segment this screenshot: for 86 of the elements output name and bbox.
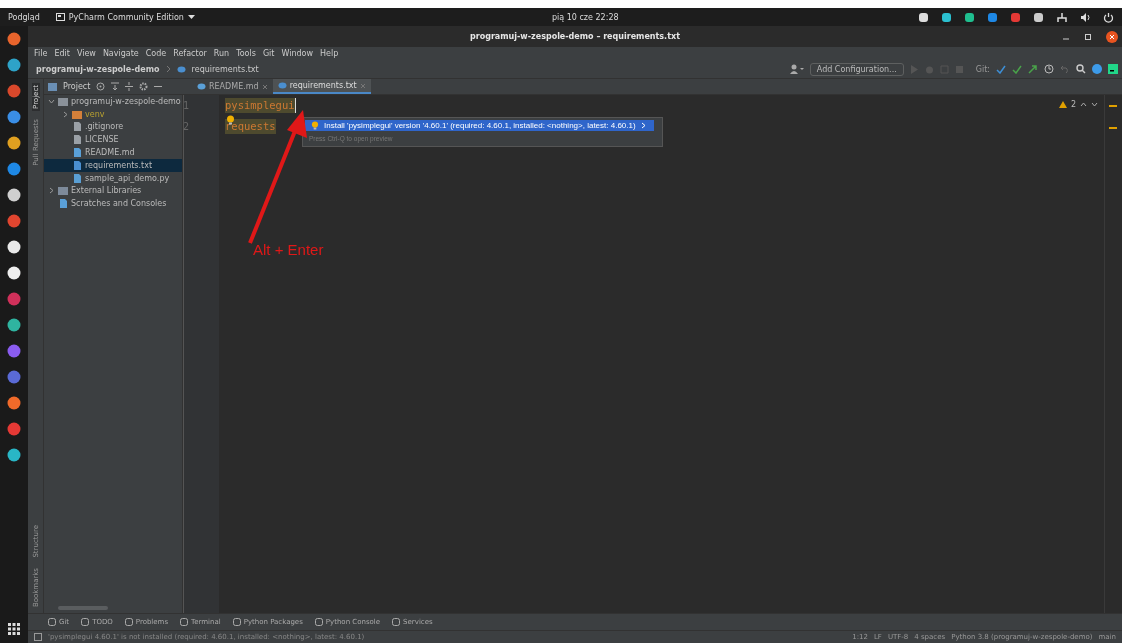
warning-icon[interactable] (1058, 101, 1067, 108)
chevron-icon (165, 65, 171, 73)
app-grid-icon[interactable] (8, 623, 20, 635)
file-icon (197, 82, 206, 91)
intention-action[interactable]: Install 'pysimplegui' version '4.60.1' (required: 4.60.1, installed: <nothing>, latest: 4.60.1) (305, 120, 654, 131)
update-badge-icon[interactable] (1092, 64, 1102, 74)
folder-icon (58, 186, 68, 196)
window-title: programuj-w-zespole-demo – requirements.txt (470, 32, 680, 41)
collapse-all-icon[interactable] (111, 82, 120, 91)
window-icon (55, 13, 65, 21)
check-icon[interactable] (1012, 64, 1022, 74)
tree-item[interactable]: sample_api_demo.py (44, 171, 182, 185)
menu-item[interactable]: Tools (236, 49, 256, 58)
annotation-label: Alt + Enter (253, 241, 324, 258)
tree-item[interactable]: LICENSE (44, 133, 182, 147)
power-icon[interactable] (1103, 11, 1114, 23)
history-icon[interactable] (1044, 64, 1054, 74)
chevron-icon (640, 122, 646, 129)
lightbulb-icon (311, 121, 319, 130)
tool-window-icon (314, 618, 323, 626)
tool-window-icon (124, 618, 133, 626)
tree-item[interactable]: README.md (44, 146, 182, 159)
close-icon[interactable] (1106, 30, 1118, 43)
user-icon[interactable] (789, 64, 804, 74)
tree-item[interactable]: External Libraries (44, 184, 182, 198)
pycharm-logo-icon[interactable] (1108, 64, 1118, 74)
menu-item[interactable]: Help (320, 49, 339, 58)
breadcrumb-item[interactable]: requirements.txt (191, 64, 259, 74)
status-icon (34, 633, 42, 641)
git-label: Git: (975, 64, 990, 74)
menu-item[interactable]: Git (262, 49, 275, 58)
menu-item[interactable]: View (76, 49, 96, 58)
tool-window-icon (232, 618, 241, 626)
clock[interactable]: pią 10 cze 22:28 (552, 12, 619, 22)
app-icon[interactable] (7, 188, 21, 202)
tray-icon[interactable] (941, 11, 952, 23)
tree-item[interactable]: venv (44, 107, 182, 121)
tree-item[interactable]: Scratches and Consoles (44, 197, 182, 211)
tool-window-icon (392, 618, 401, 626)
menu-item[interactable]: File (34, 49, 48, 58)
tool-window-icon (180, 618, 189, 626)
panel-title[interactable]: Project (63, 82, 91, 91)
tree-item[interactable]: requirements.txt (44, 159, 182, 172)
panel-icon (48, 82, 57, 91)
tray-icon[interactable] (964, 11, 975, 23)
network-icon[interactable] (1056, 11, 1068, 23)
tree-item[interactable]: .gitignore (44, 120, 182, 134)
push-arrow-icon[interactable] (1028, 64, 1038, 74)
app-icon[interactable] (7, 136, 21, 150)
app-icon[interactable] (7, 266, 21, 280)
expand-all-icon[interactable] (125, 82, 134, 91)
app-icon[interactable] (7, 318, 21, 332)
editor-tab[interactable]: README.md (192, 79, 273, 94)
editor-tab[interactable]: requirements.txt (272, 79, 371, 94)
maximize-icon[interactable] (1084, 32, 1092, 41)
file-icon (58, 199, 68, 209)
update-icon[interactable] (996, 64, 1006, 74)
tree-item[interactable]: programuj-w-zespole-demo (44, 95, 182, 108)
next-icon[interactable] (1091, 102, 1098, 107)
menu-item[interactable]: Window (281, 49, 313, 58)
tool-window-icon (48, 618, 56, 626)
settings-icon[interactable] (139, 82, 149, 91)
menu-item[interactable]: Code (145, 49, 167, 58)
search-icon[interactable] (1076, 64, 1086, 74)
volume-icon[interactable] (1080, 11, 1091, 23)
locate-icon[interactable] (96, 82, 106, 91)
tray-icon[interactable] (1033, 11, 1044, 23)
app-icon[interactable] (7, 240, 21, 254)
tool-window-icon (81, 618, 90, 626)
warning-count[interactable]: 2 (1070, 100, 1076, 109)
app-menu[interactable]: PyCharm Community Edition (55, 12, 195, 22)
menu-item[interactable]: Run (213, 49, 230, 58)
previous-icon[interactable] (1080, 102, 1087, 107)
app-icon[interactable] (7, 58, 21, 72)
app-icon[interactable] (7, 448, 21, 462)
add-configuration-button[interactable]: Add Configuration... (809, 62, 904, 76)
file-icon (176, 64, 186, 74)
tray-icon[interactable] (918, 11, 929, 23)
breadcrumb-item[interactable]: programuj-w-zespole-demo (36, 64, 160, 74)
menu-item[interactable]: Navigate (102, 49, 139, 58)
file-icon (277, 81, 287, 90)
activities-label[interactable]: Podgląd (8, 12, 40, 22)
menu-item[interactable]: Edit (54, 49, 70, 58)
app-icon[interactable] (7, 396, 21, 410)
menu-item[interactable]: Refactor (173, 49, 207, 58)
caret-icon (187, 14, 195, 20)
